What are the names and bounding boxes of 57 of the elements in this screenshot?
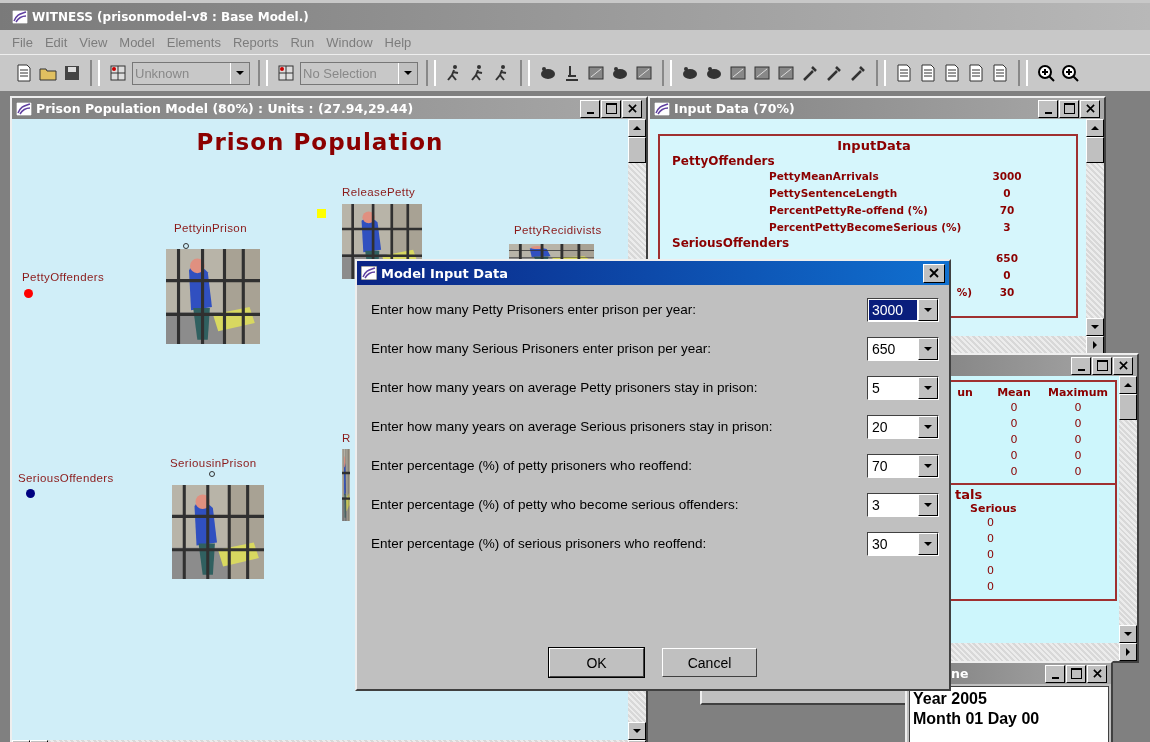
field-label: Enter how many Petty Prisoners enter prison per year: (371, 302, 696, 317)
time-text: Year 2005 (913, 689, 988, 709)
variable-value: 0 (1002, 186, 1012, 201)
table-cell-text: 0 (1009, 400, 1019, 415)
variable-value: 70 (998, 203, 1016, 218)
table-cell-text: 0 (986, 531, 995, 547)
variable-value: 650 (995, 251, 1019, 266)
variable-value: 0 (1002, 268, 1012, 283)
table-cell-text: 0 (986, 515, 995, 531)
column-header: Serious (969, 502, 1018, 515)
table-cell-text: 0 (1009, 432, 1019, 447)
variable-name: PettySentenceLength (768, 186, 899, 201)
table-cell-text: 0 (1073, 464, 1083, 479)
table-cell-text: 0 (1009, 464, 1019, 479)
section-heading: tals (955, 487, 984, 502)
column-header: un (956, 386, 974, 399)
variable-value: 3000 (991, 169, 1023, 184)
table-cell-text: 0 (1009, 448, 1019, 463)
time-text: Month 01 Day 00 (913, 709, 1041, 729)
panel-title: InputData (836, 138, 912, 153)
table-cell-text: 0 (1073, 416, 1083, 431)
node-label: SeriousOffenders (18, 472, 114, 484)
window-title: Input Data (70%) (674, 101, 795, 116)
table-cell-text: 0 (1073, 432, 1083, 447)
field-label: Enter percentage (%) of petty who become serious offenders: (371, 497, 739, 512)
table-cell-text: 0 (986, 547, 995, 563)
field-label: Enter how many years on average Serious prisoners stay in prison: (371, 419, 773, 434)
model-heading: Prison Population (195, 128, 445, 155)
dialog-title: Model Input Data (381, 265, 508, 281)
section-heading: SeriousOffenders (672, 236, 791, 250)
table-cell-text: 0 (986, 579, 995, 595)
variable-value: 3 (1002, 220, 1012, 235)
table-cell-text: 0 (1073, 448, 1083, 463)
window-title: Prison Population Model (80%) : Units : (27.94,29.44) (36, 101, 414, 116)
node-label: SeriousinPrison (170, 457, 257, 469)
column-header: Maximum (1047, 386, 1109, 399)
field-label: Enter how many Serious Prisoners enter prison per year: (371, 341, 711, 356)
app-title: WITNESS (prisonmodel-v8 : Base Model.) (32, 9, 309, 24)
window-title: ne (951, 666, 969, 681)
variable-name: PercentPettyRe-offend (%) (768, 203, 929, 218)
variable-name: PercentPettyBecomeSerious (%) (768, 220, 963, 235)
variable-name: %) (956, 286, 972, 298)
table-cell-text: 0 (986, 563, 995, 579)
column-header: Mean (996, 386, 1032, 399)
field-label: Enter how many years on average Petty prisoners stay in prison: (371, 380, 758, 395)
node-label: ReleasePetty (342, 186, 416, 198)
field-label: Enter percentage (%) of petty prisoners who reoffend: (371, 458, 692, 473)
node-label: PettyOffenders (22, 271, 105, 283)
node-label: PettyRecidivists (514, 224, 602, 236)
variable-value: 30 (998, 285, 1016, 300)
table-cell-text: 0 (1009, 416, 1019, 431)
field-label: Enter percentage (%) of serious prisoners who reoffend: (371, 536, 707, 551)
node-label: PettyinPrison (174, 222, 247, 234)
variable-name: PettyMeanArrivals (768, 169, 880, 184)
node-label: R (342, 432, 351, 444)
section-heading: PettyOffenders (672, 154, 776, 168)
table-cell-text: 0 (1073, 400, 1083, 415)
